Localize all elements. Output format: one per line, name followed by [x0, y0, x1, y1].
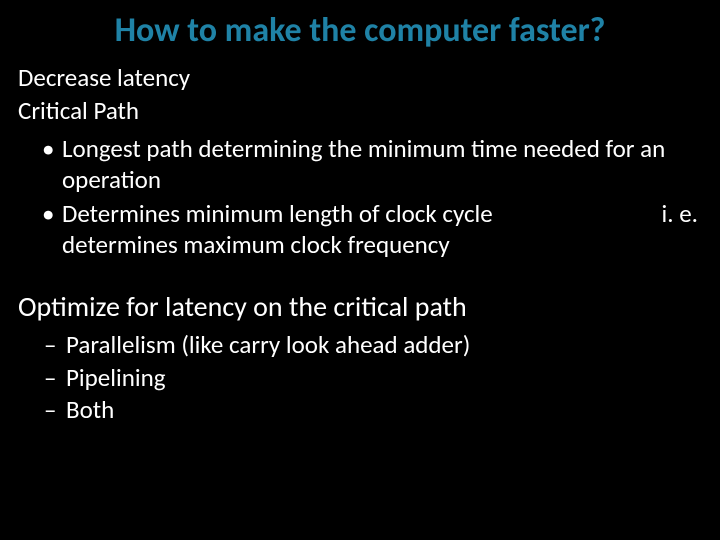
dash-text: Pipelining: [66, 362, 165, 393]
bullet-text: Longest path determining the minimum tim…: [62, 133, 665, 195]
bullet-item: Longest path determining the minimum tim…: [18, 134, 702, 195]
line-decrease-latency: Decrease latency: [18, 63, 702, 94]
section-heading: Optimize for latency on the critical pat…: [18, 290, 702, 324]
bullet-text: determines maximum clock frequency: [62, 230, 702, 261]
dash-item: – Pipelining: [18, 363, 702, 394]
bullet-item: Determines minimum length of clock cycle…: [18, 199, 702, 260]
slide-title: How to make the computer faster?: [40, 10, 680, 51]
dash-icon: –: [44, 363, 56, 394]
dash-text: Both: [66, 394, 114, 425]
line-critical-path: Critical Path: [18, 96, 702, 127]
ie-note: i. e.: [662, 199, 702, 230]
bullet-list: Longest path determining the minimum tim…: [18, 134, 702, 260]
bullet-text: Determines minimum length of clock cycle: [62, 199, 493, 230]
dash-list: – Parallelism (like carry look ahead add…: [18, 330, 702, 426]
bullet-row: Determines minimum length of clock cycle…: [62, 199, 702, 230]
slide: How to make the computer faster? Decreas…: [0, 10, 720, 540]
dash-item: – Both: [18, 395, 702, 426]
slide-body: Decrease latency Critical Path Longest p…: [0, 63, 720, 426]
dash-icon: –: [44, 330, 56, 361]
dash-text: Parallelism (like carry look ahead adder…: [66, 329, 470, 360]
dash-icon: –: [44, 395, 56, 426]
dash-item: – Parallelism (like carry look ahead add…: [18, 330, 702, 361]
